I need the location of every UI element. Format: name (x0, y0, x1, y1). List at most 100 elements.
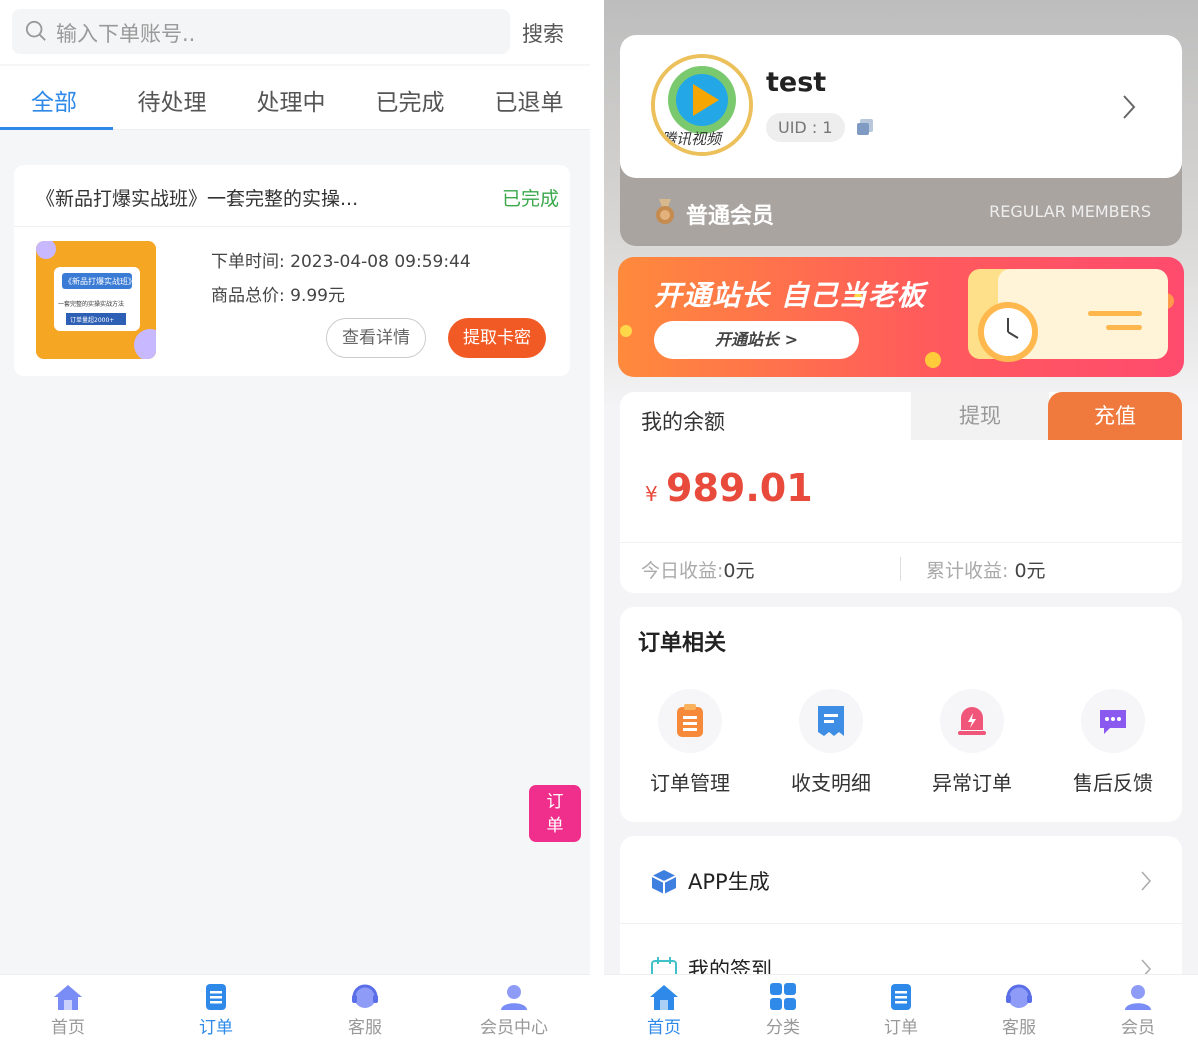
screen-gap (590, 0, 604, 1048)
currency-symbol: ¥ (645, 482, 658, 506)
today-earnings-value: 0元 (723, 560, 755, 582)
order-float-button[interactable]: 订单 (529, 785, 581, 842)
copy-icon[interactable] (855, 117, 875, 137)
service-icon (352, 984, 378, 1008)
avatar-text: 腾讯视频 (661, 130, 722, 148)
orders-screen: 输入下单账号.. 搜索 全部 待处理 处理中 已完成 已退单 《新品打爆实战班》… (0, 0, 590, 1048)
search-bar: 输入下单账号.. 搜索 (0, 0, 590, 64)
chevron-right-icon[interactable] (1120, 92, 1138, 122)
profile-screen: 腾讯视频 test UID : 1 普通会员 REGULAR MEMBERS 开… (604, 0, 1198, 1048)
nav-home-label: 首页 (51, 1018, 85, 1038)
product-thumbnail: 《新品打爆实战班》 一套完整的实操实战方法 订单量超2000+ (36, 241, 156, 359)
nav-home[interactable]: 首页 (609, 983, 719, 1038)
balance-card: 我的余额 提现 充值 ¥ 989.01 今日收益:0元 累计收益: 0元 (620, 392, 1182, 593)
abnormal-order-item[interactable] (940, 689, 1004, 753)
float-label: 订单 (546, 792, 564, 836)
medal-icon (656, 199, 674, 224)
nav-category[interactable]: 分类 (728, 983, 838, 1038)
user-uid: UID : 1 (766, 113, 845, 142)
nav-category-label: 分类 (766, 1018, 800, 1038)
order-price-label: 商品总价: (211, 286, 285, 306)
bill-label[interactable]: 收支明细 (771, 767, 891, 796)
view-detail-button[interactable]: 查看详情 (326, 318, 426, 358)
nav-member-label: 会员 (1121, 1018, 1155, 1038)
order-manage-item[interactable] (658, 689, 722, 753)
user-info-card[interactable]: 腾讯视频 test UID : 1 (620, 35, 1182, 178)
nav-member-center[interactable]: 会员中心 (459, 983, 569, 1038)
nav-order-label: 订单 (884, 1018, 918, 1038)
total-earnings: 累计收益: 0元 (926, 556, 1046, 583)
clock-icon (978, 302, 1038, 362)
nav-member[interactable]: 会员 (1083, 983, 1193, 1038)
bottom-nav: 首页 订单 客服 会员中心 (0, 974, 590, 1048)
order-time: 下单时间: 2023-04-08 09:59:44 (211, 247, 471, 272)
banner-title: 开通站长 自己当老板 (654, 279, 926, 312)
tab-refunded[interactable]: 已退单 (470, 83, 588, 117)
total-earnings-value: 0元 (1014, 560, 1046, 582)
divider (620, 542, 1182, 543)
tab-processing[interactable]: 处理中 (232, 83, 350, 117)
member-icon (1125, 985, 1151, 1010)
nav-member-center-label: 会员中心 (480, 1018, 548, 1038)
alert-icon (958, 707, 986, 735)
order-section: 订单相关 订单管理 收支明细 异常订单 售后反馈 (620, 607, 1182, 822)
nav-service[interactable]: 客服 (964, 983, 1074, 1038)
grid-icon (770, 983, 796, 1010)
total-earnings-label: 累计收益: (926, 560, 1009, 582)
member-card: 腾讯视频 test UID : 1 普通会员 REGULAR MEMBERS (620, 35, 1182, 246)
order-status: 已完成 (501, 188, 559, 210)
order-manage-icon (677, 704, 703, 737)
menu-item-app[interactable]: APP生成 (620, 836, 1182, 924)
order-icon (891, 984, 911, 1010)
nav-order[interactable]: 订单 (161, 983, 271, 1038)
bill-icon (818, 706, 844, 736)
active-tab-indicator (0, 127, 113, 130)
nav-home[interactable]: 首页 (13, 983, 123, 1038)
chevron-right-icon (1141, 871, 1152, 891)
order-card[interactable]: 《新品打爆实战班》一套完整的实操... 已完成 《新品打爆实战班》 一套完整的实… (14, 165, 570, 376)
balance-amount: 989.01 (666, 466, 813, 510)
nav-order-label: 订单 (199, 1018, 233, 1038)
menu-list: APP生成 我的签到 (620, 836, 1182, 996)
order-title: 《新品打爆实战班》一套完整的实操... (36, 188, 359, 210)
bottom-nav: 首页 分类 订单 客服 会员 (604, 974, 1198, 1048)
cube-icon (651, 870, 677, 894)
menu-item-app-label: APP生成 (688, 870, 770, 894)
tab-pending[interactable]: 待处理 (113, 83, 231, 117)
abnormal-order-label[interactable]: 异常订单 (912, 767, 1032, 796)
promo-banner[interactable]: 开通站长 自己当老板 开通站长 > (618, 257, 1184, 377)
order-manage-label[interactable]: 订单管理 (630, 767, 750, 796)
member-icon (501, 985, 527, 1010)
nav-home-label: 首页 (647, 1018, 681, 1038)
get-card-button[interactable]: 提取卡密 (448, 318, 546, 358)
tab-completed[interactable]: 已完成 (351, 83, 469, 117)
search-input[interactable]: 输入下单账号.. (12, 9, 510, 54)
search-icon (25, 20, 46, 41)
tab-all[interactable]: 全部 (0, 83, 113, 117)
feedback-icon (1100, 710, 1126, 734)
thumb-badge: 订单量超2000+ (70, 317, 115, 324)
service-icon (1006, 984, 1032, 1008)
divider (900, 557, 901, 581)
after-sale-item[interactable] (1081, 689, 1145, 753)
user-name: test (766, 67, 827, 98)
member-level-en: REGULAR MEMBERS (989, 202, 1151, 221)
bill-item[interactable] (799, 689, 863, 753)
member-level: 普通会员 (686, 204, 775, 229)
nav-order[interactable]: 订单 (846, 983, 956, 1038)
recharge-button[interactable]: 充值 (1048, 392, 1182, 440)
banner-button[interactable]: 开通站长 > (654, 321, 859, 359)
search-button[interactable]: 搜索 (522, 18, 564, 48)
thumb-subtitle: 一套完整的实操实战方法 (58, 301, 125, 308)
order-price-value: 9.99元 (290, 286, 345, 306)
nav-service[interactable]: 客服 (310, 983, 420, 1038)
today-earnings: 今日收益:0元 (641, 556, 755, 583)
avatar[interactable]: 腾讯视频 (651, 54, 753, 156)
today-earnings-label: 今日收益: (641, 560, 724, 582)
nav-service-label: 客服 (348, 1018, 382, 1038)
search-placeholder: 输入下单账号.. (56, 22, 196, 46)
after-sale-label[interactable]: 售后反馈 (1053, 767, 1173, 796)
thumb-title: 《新品打爆实战班》 (64, 277, 136, 286)
withdraw-button[interactable]: 提现 (911, 392, 1049, 440)
order-time-label: 下单时间: (211, 252, 285, 272)
